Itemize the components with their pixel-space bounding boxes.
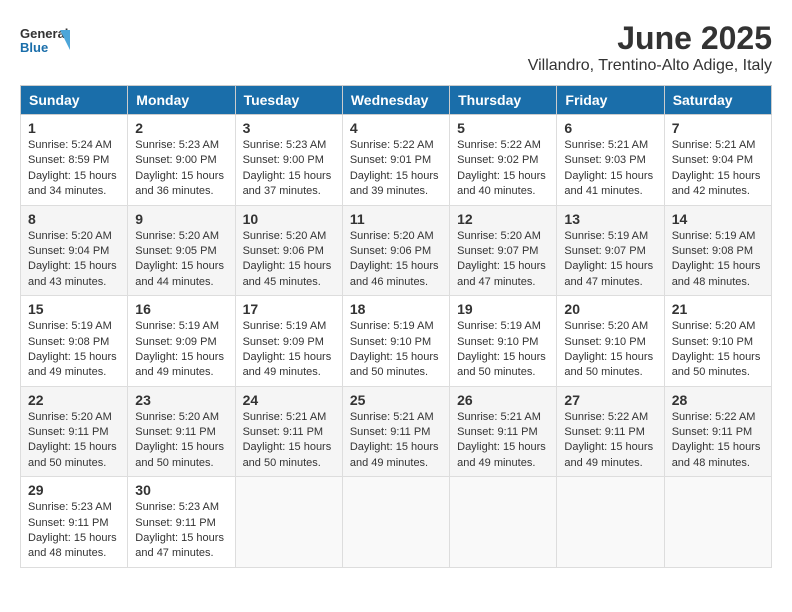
table-row: 8 Sunrise: 5:20 AMSunset: 9:04 PMDayligh… <box>21 205 772 296</box>
title-block: June 2025 Villandro, Trentino-Alto Adige… <box>528 20 772 75</box>
day-14: 14 Sunrise: 5:19 AMSunset: 9:08 PMDaylig… <box>664 205 771 296</box>
header-wednesday: Wednesday <box>342 86 449 115</box>
day-1: 1 Sunrise: 5:24 AMSunset: 8:59 PMDayligh… <box>21 115 128 206</box>
header-tuesday: Tuesday <box>235 86 342 115</box>
day-15: 15 Sunrise: 5:19 AMSunset: 9:08 PMDaylig… <box>21 296 128 387</box>
day-8: 8 Sunrise: 5:20 AMSunset: 9:04 PMDayligh… <box>21 205 128 296</box>
day-13: 13 Sunrise: 5:19 AMSunset: 9:07 PMDaylig… <box>557 205 664 296</box>
day-23: 23 Sunrise: 5:20 AMSunset: 9:11 PMDaylig… <box>128 386 235 477</box>
calendar-header-row: Sunday Monday Tuesday Wednesday Thursday… <box>21 86 772 115</box>
day-29: 29 Sunrise: 5:23 AMSunset: 9:11 PMDaylig… <box>21 477 128 568</box>
day-10: 10 Sunrise: 5:20 AMSunset: 9:06 PMDaylig… <box>235 205 342 296</box>
day-18: 18 Sunrise: 5:19 AMSunset: 9:10 PMDaylig… <box>342 296 449 387</box>
empty-cell <box>342 477 449 568</box>
calendar-table: Sunday Monday Tuesday Wednesday Thursday… <box>20 85 772 568</box>
day-5: 5 Sunrise: 5:22 AMSunset: 9:02 PMDayligh… <box>450 115 557 206</box>
day-7: 7 Sunrise: 5:21 AMSunset: 9:04 PMDayligh… <box>664 115 771 206</box>
day-30: 30 Sunrise: 5:23 AMSunset: 9:11 PMDaylig… <box>128 477 235 568</box>
table-row: 29 Sunrise: 5:23 AMSunset: 9:11 PMDaylig… <box>21 477 772 568</box>
logo-icon: General Blue <box>20 20 70 60</box>
day-26: 26 Sunrise: 5:21 AMSunset: 9:11 PMDaylig… <box>450 386 557 477</box>
day-24: 24 Sunrise: 5:21 AMSunset: 9:11 PMDaylig… <box>235 386 342 477</box>
day-22: 22 Sunrise: 5:20 AMSunset: 9:11 PMDaylig… <box>21 386 128 477</box>
table-row: 1 Sunrise: 5:24 AMSunset: 8:59 PMDayligh… <box>21 115 772 206</box>
empty-cell <box>664 477 771 568</box>
svg-text:Blue: Blue <box>20 40 48 55</box>
main-title: June 2025 <box>528 20 772 57</box>
day-17: 17 Sunrise: 5:19 AMSunset: 9:09 PMDaylig… <box>235 296 342 387</box>
day-6: 6 Sunrise: 5:21 AMSunset: 9:03 PMDayligh… <box>557 115 664 206</box>
day-9: 9 Sunrise: 5:20 AMSunset: 9:05 PMDayligh… <box>128 205 235 296</box>
header-thursday: Thursday <box>450 86 557 115</box>
day-25: 25 Sunrise: 5:21 AMSunset: 9:11 PMDaylig… <box>342 386 449 477</box>
day-4: 4 Sunrise: 5:22 AMSunset: 9:01 PMDayligh… <box>342 115 449 206</box>
header-saturday: Saturday <box>664 86 771 115</box>
day-2: 2 Sunrise: 5:23 AMSunset: 9:00 PMDayligh… <box>128 115 235 206</box>
table-row: 22 Sunrise: 5:20 AMSunset: 9:11 PMDaylig… <box>21 386 772 477</box>
subtitle: Villandro, Trentino-Alto Adige, Italy <box>528 57 772 75</box>
header-friday: Friday <box>557 86 664 115</box>
page-header: General Blue June 2025 Villandro, Trenti… <box>20 20 772 75</box>
day-20: 20 Sunrise: 5:20 AMSunset: 9:10 PMDaylig… <box>557 296 664 387</box>
day-11: 11 Sunrise: 5:20 AMSunset: 9:06 PMDaylig… <box>342 205 449 296</box>
empty-cell <box>557 477 664 568</box>
header-sunday: Sunday <box>21 86 128 115</box>
day-19: 19 Sunrise: 5:19 AMSunset: 9:10 PMDaylig… <box>450 296 557 387</box>
table-row: 15 Sunrise: 5:19 AMSunset: 9:08 PMDaylig… <box>21 296 772 387</box>
day-21: 21 Sunrise: 5:20 AMSunset: 9:10 PMDaylig… <box>664 296 771 387</box>
day-12: 12 Sunrise: 5:20 AMSunset: 9:07 PMDaylig… <box>450 205 557 296</box>
day-16: 16 Sunrise: 5:19 AMSunset: 9:09 PMDaylig… <box>128 296 235 387</box>
empty-cell <box>450 477 557 568</box>
day-28: 28 Sunrise: 5:22 AMSunset: 9:11 PMDaylig… <box>664 386 771 477</box>
logo: General Blue <box>20 20 70 60</box>
day-3: 3 Sunrise: 5:23 AMSunset: 9:00 PMDayligh… <box>235 115 342 206</box>
empty-cell <box>235 477 342 568</box>
header-monday: Monday <box>128 86 235 115</box>
svg-text:General: General <box>20 26 68 41</box>
day-27: 27 Sunrise: 5:22 AMSunset: 9:11 PMDaylig… <box>557 386 664 477</box>
